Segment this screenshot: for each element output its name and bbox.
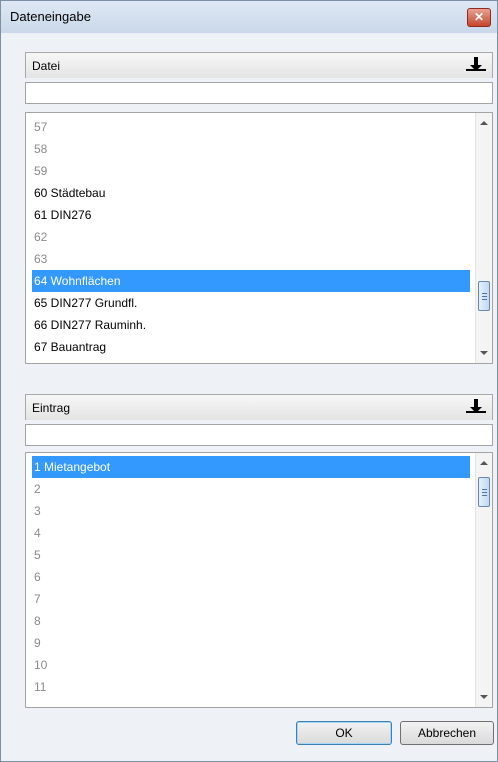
list-item[interactable]: 66 DIN277 Rauminh.: [32, 314, 470, 336]
list-item[interactable]: 59: [32, 160, 470, 182]
list-item[interactable]: 58: [32, 138, 470, 160]
cancel-button[interactable]: Abbrechen: [400, 721, 494, 745]
scroll-up-icon[interactable]: [480, 121, 488, 125]
scroll-down-icon[interactable]: [480, 351, 488, 355]
datei-list[interactable]: 57 58 59 60 Städtebau 61 DIN276 62 63 64 Wohnfl…: [25, 112, 493, 364]
eintrag-scroll-thumb[interactable]: [478, 476, 490, 507]
close-button[interactable]: ✕: [467, 8, 491, 27]
ok-button[interactable]: OK: [296, 721, 392, 745]
list-item[interactable]: 62: [32, 226, 470, 248]
list-item[interactable]: 10: [32, 654, 470, 676]
eintrag-download-button[interactable]: [465, 398, 487, 416]
datei-header-label: Datei: [32, 59, 61, 73]
eintrag-rows: 1 Mietangebot 2 3 4 5 6 7 8 9 10 11: [32, 456, 470, 698]
list-item[interactable]: 65 DIN277 Grundfl.: [32, 292, 470, 314]
list-item[interactable]: 8: [32, 610, 470, 632]
datei-download-button[interactable]: [465, 56, 487, 74]
close-icon: ✕: [473, 10, 485, 24]
datei-scroll-thumb[interactable]: [478, 280, 490, 311]
list-item[interactable]: 11: [32, 676, 470, 698]
eintrag-header-label: Eintrag: [32, 401, 71, 415]
datei-input[interactable]: [25, 82, 493, 104]
list-item[interactable]: 64 Wohnflächen: [32, 270, 470, 292]
datei-scrollbar[interactable]: [475, 113, 492, 363]
title-bar[interactable]: Dateneingabe ✕: [1, 1, 497, 33]
eintrag-header: Eintrag: [25, 394, 493, 420]
eintrag-list[interactable]: 1 Mietangebot 2 3 4 5 6 7 8 9 10 11: [25, 452, 493, 708]
list-item[interactable]: 60 Städtebau: [32, 182, 470, 204]
datei-header: Datei: [25, 52, 493, 78]
list-item[interactable]: 2: [32, 478, 470, 500]
list-item[interactable]: 1 Mietangebot: [32, 456, 470, 478]
eintrag-scrollbar[interactable]: [475, 453, 492, 707]
list-item[interactable]: 61 DIN276: [32, 204, 470, 226]
list-item[interactable]: 4: [32, 522, 470, 544]
datei-rows: 57 58 59 60 Städtebau 61 DIN276 62 63 64 Wohnfl…: [32, 116, 470, 358]
scroll-up-icon[interactable]: [480, 461, 488, 465]
list-item[interactable]: 5: [32, 544, 470, 566]
list-item[interactable]: 7: [32, 588, 470, 610]
list-item[interactable]: 67 Bauantrag: [32, 336, 470, 358]
list-item[interactable]: 3: [32, 500, 470, 522]
list-item[interactable]: 57: [32, 116, 470, 138]
eintrag-input[interactable]: [25, 424, 493, 446]
list-item[interactable]: 9: [32, 632, 470, 654]
list-item[interactable]: 63: [32, 248, 470, 270]
scroll-down-icon[interactable]: [480, 695, 488, 699]
list-item[interactable]: 6: [32, 566, 470, 588]
window-title: Dateneingabe: [10, 9, 91, 24]
